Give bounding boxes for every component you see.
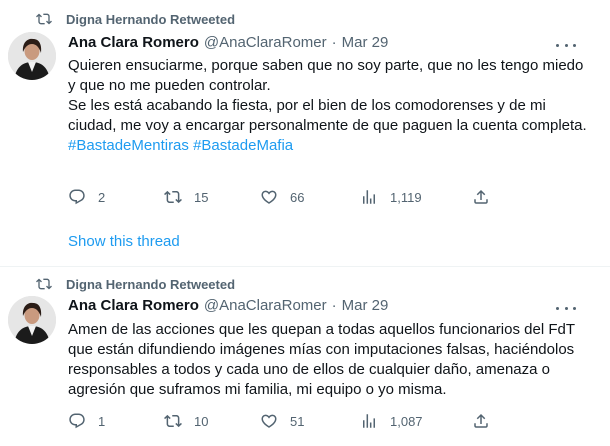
header-separator: ·	[331, 297, 337, 314]
share-button[interactable]	[472, 412, 490, 430]
author-name[interactable]: Ana Clara Romero	[68, 34, 199, 51]
tweet-text: Quieren ensuciarme, porque saben que no …	[68, 56, 588, 156]
tweet-actions: 2 15 66 1,119	[68, 188, 588, 208]
views-bar-chart-icon	[363, 414, 375, 428]
hashtag-link[interactable]: #BastadeMafia	[193, 137, 293, 154]
avatar-photo	[8, 296, 56, 344]
author-handle[interactable]: @AnaClaraRomer	[204, 34, 327, 51]
tweet-text: Amen de las acciones que les quepan a to…	[68, 320, 588, 400]
retweet-icon	[164, 190, 182, 204]
show-thread-link[interactable]: Show this thread	[68, 233, 180, 250]
reply-count: 1	[98, 413, 106, 429]
view-count: 1,119	[390, 189, 422, 205]
like-button[interactable]: 51	[260, 412, 304, 430]
share-icon	[474, 189, 488, 204]
retweeted-indicator	[36, 11, 52, 27]
avatar[interactable]	[8, 296, 56, 344]
retweeted-by-label: Digna Hernando Retweeted	[66, 12, 236, 27]
tweet-header: Ana Clara Romero @AnaClaraRomer · Mar 29	[68, 34, 388, 51]
like-count: 51	[290, 413, 305, 429]
header-separator: ·	[331, 34, 337, 51]
reply-icon	[69, 189, 85, 205]
views-bar-chart-icon	[363, 190, 375, 204]
views-button[interactable]: 1,087	[360, 412, 423, 430]
like-count: 66	[290, 189, 305, 205]
hashtag-link[interactable]: #BastadeMentiras	[68, 137, 189, 154]
retweet-icon	[36, 13, 52, 25]
retweet-icon	[164, 414, 182, 428]
retweeted-indicator	[36, 276, 52, 292]
tweet-paragraph: Se les está acabando la fiesta, por el b…	[68, 97, 587, 134]
tweet-paragraph: Amen de las acciones que les quepan a to…	[68, 321, 575, 398]
reply-button[interactable]: 1	[68, 412, 105, 430]
reply-icon	[69, 413, 85, 429]
views-button[interactable]: 1,119	[360, 188, 422, 206]
reply-count: 2	[98, 189, 106, 205]
tweet-paragraph: Quieren ensuciarme, porque saben que no …	[68, 57, 584, 94]
share-button[interactable]	[472, 188, 490, 206]
tweet-date[interactable]: Mar 29	[342, 297, 389, 314]
avatar-photo	[8, 32, 56, 80]
heart-icon	[261, 414, 277, 428]
tweet-header: Ana Clara Romero @AnaClaraRomer · Mar 29	[68, 297, 388, 314]
retweet-count: 10	[194, 413, 209, 429]
tweet-actions: 1 10 51 1,087	[68, 412, 588, 432]
retweeted-by-label: Digna Hernando Retweeted	[66, 277, 236, 292]
author-name[interactable]: Ana Clara Romero	[68, 297, 199, 314]
view-count: 1,087	[390, 413, 423, 429]
avatar[interactable]	[8, 32, 56, 80]
reply-button[interactable]: 2	[68, 188, 105, 206]
hashtags: #BastadeMentiras #BastadeMafia	[68, 136, 588, 156]
more-dots-icon[interactable]	[556, 38, 576, 52]
tweet-1[interactable]: Digna Hernando Retweeted Ana Clara Romer…	[0, 0, 610, 266]
author-handle[interactable]: @AnaClaraRomer	[204, 297, 327, 314]
share-icon	[474, 413, 488, 428]
heart-icon	[261, 190, 277, 204]
retweet-icon	[36, 278, 52, 290]
retweet-button[interactable]: 10	[164, 412, 208, 430]
retweet-count: 15	[194, 189, 209, 205]
more-dots-icon[interactable]	[556, 301, 576, 315]
tweet-date[interactable]: Mar 29	[342, 34, 389, 51]
tweet-2[interactable]: Digna Hernando Retweeted Ana Clara Romer…	[0, 267, 610, 446]
retweet-button[interactable]: 15	[164, 188, 208, 206]
like-button[interactable]: 66	[260, 188, 304, 206]
